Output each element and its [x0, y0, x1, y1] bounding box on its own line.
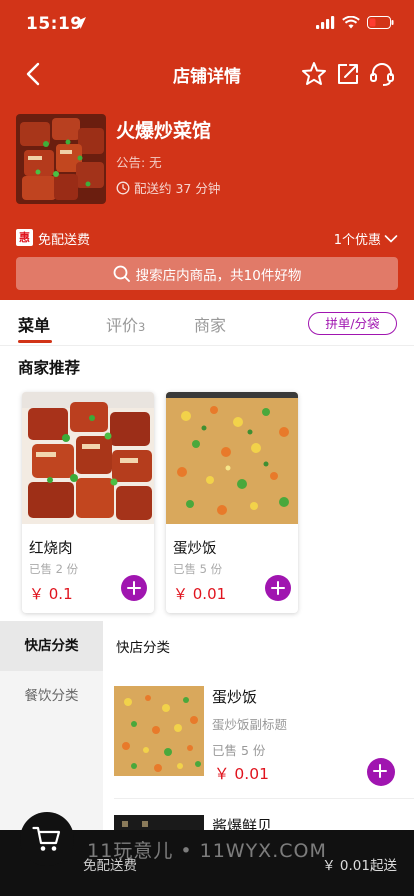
- search-icon: [113, 265, 130, 282]
- tab-reviews-label: 评价: [106, 316, 139, 335]
- braised-pork-image: [22, 392, 154, 524]
- tab-reviews[interactable]: 评价3: [106, 312, 145, 336]
- clock-icon: [116, 181, 130, 194]
- review-count: 3: [138, 320, 146, 334]
- search-placeholder: 搜索店内商品，共10件好物: [135, 267, 302, 284]
- tab-merchant[interactable]: 商家: [194, 312, 226, 336]
- promotion-row[interactable]: 惠 免配送费 1个优惠: [16, 228, 398, 248]
- delivery-time: 配送约 37 分钟: [116, 178, 220, 197]
- group-order-button[interactable]: 拼单/分袋: [308, 312, 397, 335]
- recommend-card[interactable]: 蛋炒饭 已售 5 份 ￥ 0.01: [166, 392, 298, 613]
- add-to-cart-button[interactable]: [265, 575, 291, 601]
- category-quick-store[interactable]: 快店分类: [0, 621, 103, 671]
- recommend-item-name: 蛋炒饭: [173, 541, 217, 557]
- category-heading: 快店分类: [116, 640, 170, 656]
- delivery-time-text: 配送约 37 分钟: [134, 181, 221, 196]
- store-name: 火爆炒菜馆: [116, 120, 212, 142]
- store-search-input[interactable]: 搜索店内商品，共10件好物: [16, 257, 398, 290]
- add-to-cart-button[interactable]: [367, 758, 395, 786]
- item-sold-count: 已售 5 份: [212, 743, 266, 758]
- recommend-section-title: 商家推荐: [18, 359, 81, 377]
- signal-icon: [316, 16, 335, 29]
- navigation-bar: 店铺详情: [0, 50, 414, 98]
- add-to-cart-button[interactable]: [121, 575, 147, 601]
- offers-toggle[interactable]: 1个优惠: [334, 229, 398, 248]
- chevron-down-icon: [384, 234, 398, 243]
- recommend-item-sold: 已售 5 份: [173, 562, 223, 576]
- fried-rice-image: [166, 392, 298, 524]
- recommend-item-price: ￥ 0.01: [173, 585, 227, 603]
- category-dining[interactable]: 餐饮分类: [0, 671, 103, 721]
- favorite-star-icon[interactable]: [300, 60, 328, 88]
- item-price: ￥ 0.01: [214, 765, 269, 783]
- recommend-item-name: 红烧肉: [29, 541, 73, 557]
- offers-count: 1个优惠: [333, 233, 381, 248]
- divider: [114, 798, 414, 799]
- customer-service-icon[interactable]: [368, 60, 396, 88]
- store-header: 15:19 店铺详情 火爆炒菜馆 公告: 无 配送约 37 分钟 惠 免配送费 …: [0, 0, 414, 300]
- list-item[interactable]: 蛋炒饭 蛋炒饭副标题 已售 5 份 ￥ 0.01: [114, 686, 414, 798]
- tab-menu[interactable]: 菜单: [18, 312, 50, 336]
- item-subtitle: 蛋炒饭副标题: [212, 717, 288, 732]
- store-logo-image: [16, 114, 106, 204]
- fried-rice-image: [114, 686, 204, 776]
- recommend-item-sold: 已售 2 份: [29, 562, 79, 576]
- location-arrow-icon: [74, 17, 86, 29]
- recommend-card[interactable]: 红烧肉 已售 2 份 ￥ 0.1: [22, 392, 154, 613]
- tab-bar: 菜单 评价3 商家 拼单/分袋: [0, 300, 414, 346]
- discount-badge: 惠: [16, 229, 33, 246]
- status-bar: 15:19: [0, 0, 414, 50]
- watermark-text: 11玩意儿 • 11WYX.COM: [87, 840, 327, 862]
- share-icon[interactable]: [334, 60, 362, 88]
- status-indicators: [316, 16, 394, 29]
- item-name: 蛋炒饭: [212, 688, 258, 706]
- promotion-text: 免配送费: [38, 233, 91, 248]
- recommend-item-price: ￥ 0.1: [29, 585, 73, 603]
- wifi-icon: [342, 16, 360, 29]
- battery-icon: [367, 16, 394, 29]
- active-tab-indicator: [18, 340, 52, 343]
- store-notice: 公告: 无: [116, 155, 162, 170]
